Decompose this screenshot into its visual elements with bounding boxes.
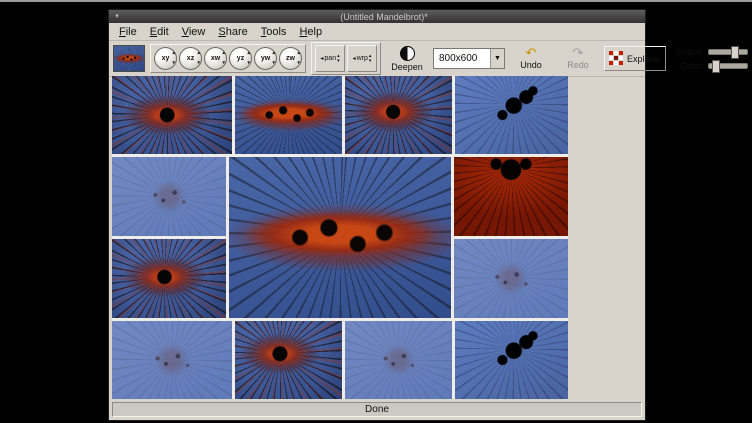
pan-button[interactable]: ◂ pan ▴▾	[315, 45, 345, 72]
pan-label: pan	[324, 55, 336, 62]
slider-panel: Shape: 61.3 Color: 11.8	[671, 47, 752, 71]
explorer-grid	[112, 76, 568, 399]
warp-left-arrow-icon: ◂	[353, 56, 356, 62]
color-label: Color:	[671, 61, 705, 71]
pan-warp-group: ◂ pan ▴▾ ◂ wrp ▴▾	[311, 42, 381, 75]
resolution-select[interactable]: 800x600 ▼	[433, 48, 505, 69]
color-slider[interactable]	[708, 63, 748, 69]
status-text: Done	[365, 404, 389, 415]
explorer-right-column	[454, 157, 568, 318]
app-window: ▾ (Untitled Mandelbrot)* File Edit View …	[108, 9, 646, 421]
explorer-bottom-row	[112, 321, 568, 399]
pan-updown-arrows-icon: ▴▾	[337, 54, 340, 64]
fractal-thumbnail-mid-left-1[interactable]	[112, 157, 226, 236]
screen-top-edge	[0, 0, 752, 2]
fractal-thumbnail-mid-left-2[interactable]	[112, 239, 226, 318]
plane-button-yz[interactable]: yz	[229, 47, 252, 70]
warp-button[interactable]: ◂ wrp ▴▾	[347, 45, 377, 72]
redo-label: Redo	[567, 60, 589, 70]
shape-label: Shape:	[671, 47, 705, 57]
menu-help[interactable]: Help	[293, 25, 328, 39]
explorer-top-row	[112, 76, 568, 154]
plane-button-xz[interactable]: xz	[179, 47, 202, 70]
explorer-button[interactable]: Explorer	[604, 46, 666, 71]
color-slider-thumb[interactable]	[712, 60, 720, 73]
chevron-down-icon[interactable]: ▼	[490, 49, 504, 68]
plane-button-yw[interactable]: yw	[254, 47, 277, 70]
explorer-left-column	[112, 157, 226, 318]
warp-label: wrp	[357, 55, 368, 62]
warp-updown-arrows-icon: ▴▾	[369, 54, 372, 64]
window-menu-icon[interactable]: ▾	[111, 11, 123, 22]
redo-button[interactable]: ↷ Redo	[557, 42, 599, 75]
shape-slider-row: Shape: 61.3	[671, 47, 752, 57]
menu-tools[interactable]: Tools	[255, 25, 293, 39]
fractal-main-view[interactable]	[229, 157, 451, 318]
menu-file[interactable]: File	[113, 25, 143, 39]
titlebar: ▾ (Untitled Mandelbrot)*	[109, 10, 645, 23]
plane-button-xw[interactable]: xw	[204, 47, 227, 70]
undo-button[interactable]: ↶ Undo	[510, 42, 552, 75]
plane-button-group: xy xz xw yz yw zw	[150, 44, 306, 73]
resolution-value: 800x600	[434, 53, 490, 64]
fractal-thumbnail-top-1[interactable]	[112, 76, 232, 154]
undo-icon: ↶	[526, 47, 537, 59]
window-title: (Untitled Mandelbrot)*	[123, 12, 645, 22]
fractal-thumbnail-top-2[interactable]	[235, 76, 342, 154]
explorer-middle-row	[112, 157, 568, 318]
menu-view[interactable]: View	[176, 25, 212, 39]
fractal-thumbnail-mid-right-1[interactable]	[454, 157, 568, 236]
explorer-icon	[609, 51, 624, 66]
deepen-button[interactable]: Deepen	[386, 42, 428, 75]
toolbar: xy xz xw yz yw zw ◂ pan ▴▾ ◂ wrp ▴▾ Deep…	[109, 41, 645, 77]
status-progress-bar: Done	[112, 402, 642, 417]
fractal-thumbnail-top-3[interactable]	[345, 76, 452, 154]
color-slider-row: Color: 11.8	[671, 61, 752, 71]
fractal-thumbnail-bottom-2[interactable]	[235, 321, 342, 399]
explorer-label: Explorer	[627, 54, 661, 64]
plane-button-xy[interactable]: xy	[154, 47, 177, 70]
menubar: File Edit View Share Tools Help	[109, 23, 645, 41]
pan-left-arrow-icon: ◂	[320, 56, 323, 62]
fractal-thumbnail-bottom-1[interactable]	[112, 321, 232, 399]
fractal-thumbnail-mid-right-2[interactable]	[454, 239, 568, 318]
undo-label: Undo	[520, 60, 542, 70]
shape-slider-thumb[interactable]	[731, 46, 739, 59]
plane-button-zw[interactable]: zw	[279, 47, 302, 70]
fractal-thumbnail-bottom-3[interactable]	[345, 321, 452, 399]
deepen-label: Deepen	[391, 62, 423, 72]
deepen-icon	[400, 46, 415, 61]
fractal-thumbnail-top-4[interactable]	[455, 76, 568, 154]
menu-share[interactable]: Share	[212, 25, 253, 39]
redo-icon: ↷	[573, 47, 584, 59]
current-fractal-thumbnail[interactable]	[113, 45, 145, 72]
fractal-thumbnail-bottom-4[interactable]	[455, 321, 568, 399]
shape-slider[interactable]	[708, 49, 748, 55]
menu-edit[interactable]: Edit	[144, 25, 175, 39]
